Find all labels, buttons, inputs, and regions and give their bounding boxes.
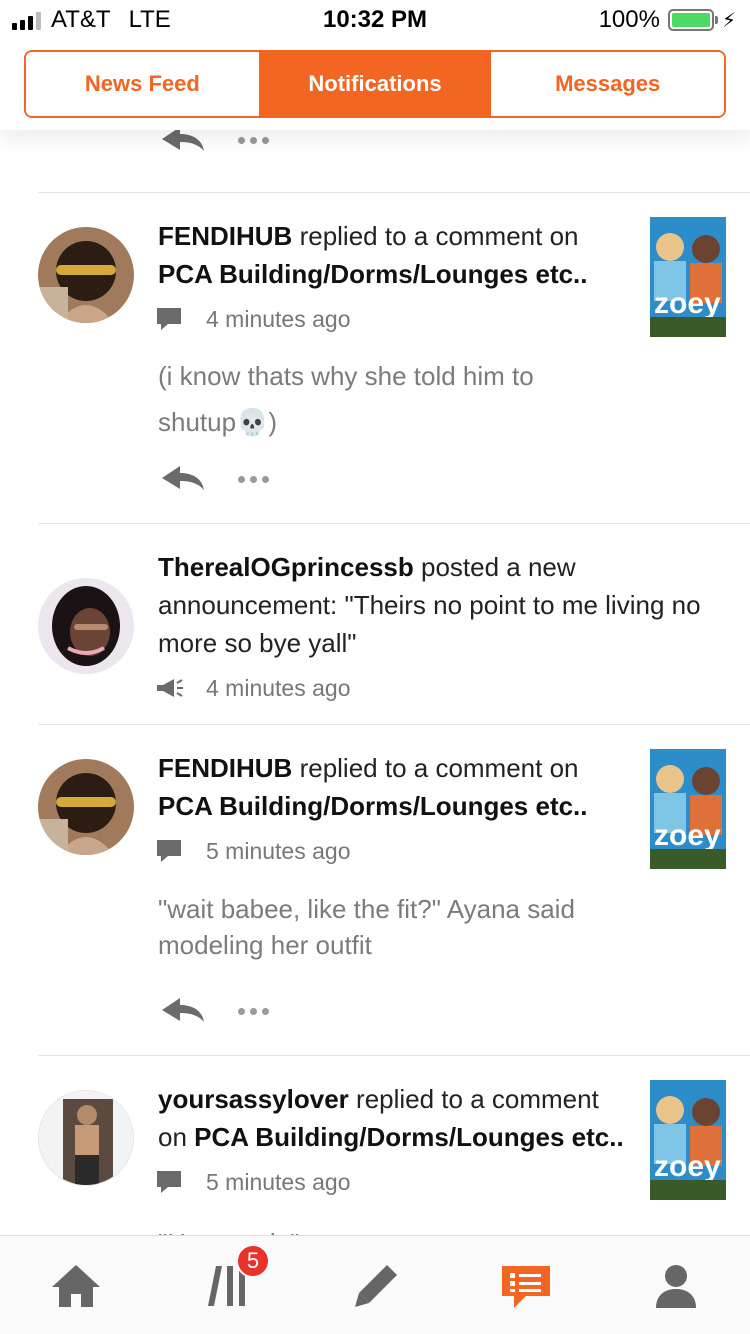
reply-icon[interactable] <box>160 464 206 494</box>
comment-icon <box>157 1171 181 1193</box>
battery-percent: 100% <box>598 6 660 33</box>
timestamp: 4 minutes ago <box>206 305 351 332</box>
item-actions <box>158 459 630 499</box>
timestamp: 4 minutes ago <box>206 674 351 701</box>
username[interactable]: FENDIHUB <box>158 221 292 251</box>
post-thumbnail[interactable]: zoey <box>650 749 726 869</box>
comment-body: "wait babee, like the fit?" Ayana said m… <box>158 894 575 960</box>
home-icon <box>52 1265 100 1307</box>
username[interactable]: yoursassylover <box>158 1084 349 1114</box>
notification-text: FENDIHUB replied to a comment on PCA Bui… <box>158 749 630 825</box>
list-item[interactable]: zoey FENDIHUB replied to a comment on PC… <box>0 725 750 1055</box>
battery-icon <box>667 9 718 31</box>
item-actions <box>158 991 630 1031</box>
segmented-tabs: News Feed Notifications Messages <box>24 50 726 118</box>
tab-news-feed[interactable]: News Feed <box>26 52 259 116</box>
comment-icon <box>157 840 181 862</box>
post-title[interactable]: PCA Building/Dorms/Lounges etc.. <box>158 259 588 289</box>
megaphone-icon <box>157 679 183 697</box>
network-type: LTE <box>128 6 171 33</box>
write-icon <box>355 1265 397 1307</box>
svg-text:zoey: zoey <box>654 819 721 852</box>
carrier: AT&T <box>51 6 111 33</box>
profile-icon <box>656 1265 696 1308</box>
nav-notifications[interactable] <box>496 1258 556 1314</box>
action-text: replied to a comment on <box>299 221 579 251</box>
svg-text:zoey: zoey <box>654 287 721 320</box>
nav-write[interactable] <box>346 1258 406 1314</box>
comment-body: (i know thats why she told him to shutup… <box>158 361 534 437</box>
meta-row: 4 minutes ago <box>154 668 720 708</box>
post-thumbnail[interactable]: zoey <box>650 217 726 337</box>
post-thumbnail[interactable]: zoey <box>650 1080 726 1200</box>
timestamp: 5 minutes ago <box>206 1168 351 1195</box>
signal-icon <box>12 10 41 30</box>
timestamp: 5 minutes ago <box>206 837 351 864</box>
avatar[interactable] <box>38 759 134 855</box>
nav-profile[interactable] <box>646 1258 706 1314</box>
nav-stories[interactable]: 5 <box>196 1244 270 1314</box>
reply-icon[interactable] <box>160 996 206 1026</box>
avatar[interactable] <box>38 1090 134 1186</box>
meta-row: 4 minutes ago <box>154 299 630 339</box>
username[interactable]: TherealOGprincessb <box>158 552 414 582</box>
charging-icon: ⚡ <box>721 9 736 32</box>
comment-icon <box>157 308 181 330</box>
bottom-navigation: 5 <box>0 1235 750 1334</box>
more-options-icon[interactable] <box>236 1002 271 1021</box>
tab-messages[interactable]: Messages <box>491 52 724 116</box>
avatar[interactable] <box>38 227 134 323</box>
username[interactable]: FENDIHUB <box>158 753 292 783</box>
avatar[interactable] <box>38 578 134 674</box>
meta-row: 5 minutes ago <box>154 831 630 871</box>
comment-body: "Hey austin" <box>158 1220 630 1235</box>
meta-row: 5 minutes ago <box>154 1162 630 1202</box>
notifications-feed[interactable]: zoey FENDIHUB replied to a comment on PC… <box>0 130 750 1235</box>
notification-text: FENDIHUB replied to a comment on PCA Bui… <box>158 217 630 293</box>
status-bar: AT&T LTE 10:32 PM 100% ⚡ <box>0 0 750 40</box>
notification-badge: 5 <box>236 1244 270 1278</box>
post-title[interactable]: PCA Building/Dorms/Lounges etc.. <box>158 791 588 821</box>
action-text: replied to a comment on <box>299 753 579 783</box>
notification-text: yoursassylover replied to a comment on P… <box>158 1080 630 1156</box>
list-item[interactable]: zoey yoursassylover replied to a comment… <box>0 1056 750 1235</box>
svg-text:zoey: zoey <box>654 1150 721 1183</box>
post-title[interactable]: PCA Building/Dorms/Lounges etc.. <box>194 1122 624 1152</box>
more-options-icon[interactable] <box>236 470 271 489</box>
list-item[interactable]: TherealOGprincessb posted a new announce… <box>0 524 750 724</box>
item-actions <box>0 130 750 160</box>
more-options-icon[interactable] <box>236 131 271 150</box>
list-item[interactable]: zoey FENDIHUB replied to a comment on PC… <box>0 193 750 523</box>
reply-icon[interactable] <box>160 130 206 155</box>
tab-notifications[interactable]: Notifications <box>258 52 492 116</box>
nav-home[interactable] <box>46 1258 106 1314</box>
notifications-icon <box>502 1266 550 1308</box>
notification-text: TherealOGprincessb posted a new announce… <box>158 548 720 662</box>
tab-bar-container: News Feed Notifications Messages <box>0 40 750 130</box>
